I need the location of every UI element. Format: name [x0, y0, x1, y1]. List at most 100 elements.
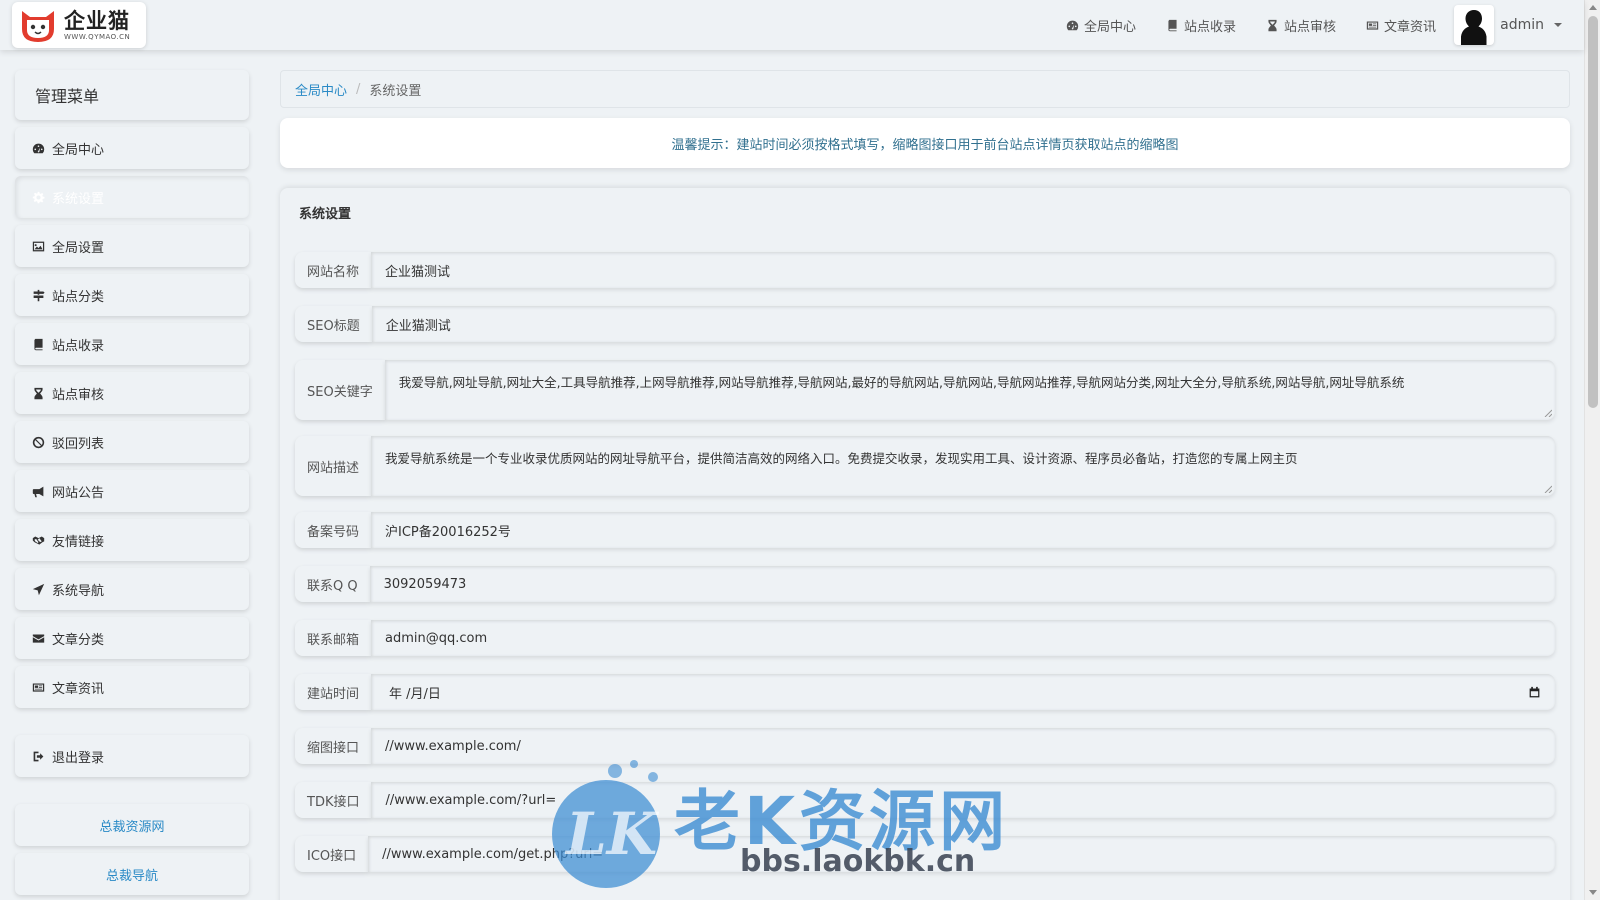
calendar-icon[interactable]: [1528, 686, 1541, 699]
topnav-label: 文章资讯: [1383, 19, 1436, 35]
sidebar: 管理菜单 全局中心 系统设置 全局设置 站点分类 站点收录 站点审核 驳回列表 …: [15, 70, 249, 895]
avatar[interactable]: [1454, 5, 1495, 45]
field-label: 网站描述: [295, 436, 372, 496]
sidebar-item-label: 退出登录: [52, 750, 105, 766]
topnav-dashboard[interactable]: 全局中心: [1066, 16, 1136, 35]
form-row-thumb-api: 缩图接口 //www.example.com/: [295, 728, 1555, 766]
form-row-site-desc: 网站描述 我爱导航系统是一个专业收录优质网站的网址导航平台，提供简洁高效的网络入…: [295, 436, 1555, 496]
dashboard-icon: [32, 143, 45, 153]
sidebar-item-announcement[interactable]: 网站公告: [15, 470, 249, 512]
scroll-thumb[interactable]: [1588, 16, 1598, 408]
breadcrumb-separator: /: [356, 81, 361, 97]
sidebar-item-label: 友情链接: [52, 534, 105, 550]
topnav-label: 站点收录: [1183, 19, 1236, 35]
handshake-icon: [32, 535, 45, 545]
scroll-up-icon[interactable]: [1589, 5, 1597, 10]
gear-icon: [32, 191, 45, 203]
topnav-site-collect[interactable]: 站点收录: [1166, 16, 1236, 35]
ban-icon: [32, 436, 45, 448]
sidebar-item-system-settings[interactable]: 系统设置: [15, 176, 249, 218]
cat-logo-icon: [22, 11, 54, 42]
user-menu[interactable]: admin: [1454, 0, 1562, 50]
location-arrow-icon: [32, 583, 45, 595]
site-desc-textarea[interactable]: 我爱导航系统是一个专业收录优质网站的网址导航平台，提供简洁高效的网络入口。免费提…: [371, 436, 1555, 496]
field-label: 联系邮箱: [295, 620, 372, 656]
envelope-icon: [32, 633, 45, 643]
sidebar-item-label: 全局设置: [52, 240, 105, 256]
topnav-articles[interactable]: 文章资讯: [1366, 16, 1436, 35]
build-date-input[interactable]: 年 /月/日: [371, 674, 1555, 710]
notice-banner: 温馨提示：建站时间必须按格式填写，缩略图接口用于前台站点详情页获取站点的缩略图: [280, 118, 1570, 168]
hourglass-icon: [34, 387, 43, 399]
form-row-seo-keywords: SEO关键字 我爱导航,网址导航,网址大全,工具导航推荐,上网导航推荐,网站导航…: [295, 360, 1555, 420]
topnav-site-review[interactable]: 站点审核: [1266, 16, 1336, 35]
sidebar-item-label: 驳回列表: [52, 436, 105, 452]
top-bar: 企业猫 WWW.QYMAO.CN 全局中心 站点收录 站点审核 文章资讯 adm…: [0, 0, 1584, 50]
settings-panel: 系统设置 网站名称 企业猫测试 SEO标题 企业猫测试 SEO关键字 我爱导航,…: [280, 188, 1570, 900]
brand-logo[interactable]: 企业猫 WWW.QYMAO.CN: [12, 2, 146, 48]
seo-keywords-textarea[interactable]: 我爱导航,网址导航,网址大全,工具导航推荐,上网导航推荐,网站导航推荐,导航网站…: [384, 360, 1555, 420]
sidebar-item-label: 网站公告: [52, 485, 105, 501]
scroll-down-icon[interactable]: [1589, 890, 1597, 895]
sidebar-title: 管理菜单: [15, 70, 249, 120]
field-label: 备案号码: [295, 512, 372, 548]
brand-name: 企业猫: [64, 8, 130, 33]
sign-out-icon: [33, 751, 44, 761]
sidebar-item-logout[interactable]: 退出登录: [15, 735, 249, 777]
brand-domain: WWW.QYMAO.CN: [64, 32, 131, 41]
signpost-icon: [33, 289, 45, 301]
sidebar-item-site-review[interactable]: 站点审核: [15, 372, 249, 414]
sidebar-item-label: 站点分类: [52, 289, 105, 305]
breadcrumb: 全局中心 / 系统设置: [280, 70, 1570, 108]
field-label: 联系Q Q: [295, 566, 370, 602]
sidebar-item-dashboard[interactable]: 全局中心: [15, 127, 249, 169]
user-silhouette-icon: [1461, 10, 1487, 45]
newspaper-icon: [32, 682, 45, 692]
resize-handle-icon[interactable]: [1544, 485, 1552, 493]
site-name-input[interactable]: 企业猫测试: [371, 252, 1555, 288]
sidebar-item-label: 文章资讯: [52, 681, 105, 697]
field-label: SEO标题: [295, 306, 372, 342]
form-row-seo-title: SEO标题 企业猫测试: [295, 306, 1555, 344]
sidebar-item-articles[interactable]: 文章资讯: [15, 666, 249, 708]
form-row-qq: 联系Q Q 3092059473: [295, 566, 1555, 604]
sidebar-item-label: 系统导航: [52, 583, 105, 599]
sidebar-item-site-category[interactable]: 站点分类: [15, 274, 249, 316]
email-input[interactable]: admin@qq.com: [371, 620, 1555, 656]
resize-handle-icon[interactable]: [1544, 409, 1552, 417]
book-icon: [34, 338, 43, 350]
top-nav: 全局中心 站点收录 站点审核 文章资讯: [1066, 0, 1436, 50]
form-row-tdk-api: TDK接口 //www.example.com/?url=: [295, 782, 1555, 820]
tdk-api-input[interactable]: //www.example.com/?url=: [371, 782, 1555, 818]
sidebar-item-label: 站点收录: [52, 338, 105, 354]
sidebar-link-nav[interactable]: 总裁导航: [15, 853, 249, 895]
form-row-build-date: 建站时间 年 /月/日: [295, 674, 1555, 712]
sidebar-item-label: 系统设置: [52, 191, 105, 207]
chevron-down-icon[interactable]: [1554, 23, 1562, 27]
thumb-api-input[interactable]: //www.example.com/: [371, 728, 1555, 764]
form-row-site-name: 网站名称 企业猫测试: [295, 252, 1555, 290]
ico-api-input[interactable]: //www.example.com/get.php?url=: [368, 836, 1555, 872]
field-label: 缩图接口: [295, 728, 372, 764]
bullhorn-icon: [32, 486, 44, 497]
sidebar-item-global-settings[interactable]: 全局设置: [15, 225, 249, 267]
sidebar-item-site-collect[interactable]: 站点收录: [15, 323, 249, 365]
field-label: 建站时间: [295, 674, 372, 710]
sidebar-item-system-nav[interactable]: 系统导航: [15, 568, 249, 610]
breadcrumb-home[interactable]: 全局中心: [295, 80, 347, 99]
sidebar-item-rejected-list[interactable]: 驳回列表: [15, 421, 249, 463]
sidebar-item-friend-links[interactable]: 友情链接: [15, 519, 249, 561]
sidebar-link-resource[interactable]: 总裁资源网: [15, 804, 249, 846]
seo-title-input[interactable]: 企业猫测试: [371, 306, 1555, 342]
dashboard-icon: [1066, 20, 1079, 30]
qq-input[interactable]: 3092059473: [369, 566, 1555, 602]
seo-keywords-text: 我爱导航,网址导航,网址大全,工具导航推荐,上网导航推荐,网站导航推荐,导航网站…: [398, 375, 1405, 390]
main-content: 全局中心 / 系统设置 温馨提示：建站时间必须按格式填写，缩略图接口用于前台站点…: [280, 70, 1570, 900]
sidebar-item-article-category[interactable]: 文章分类: [15, 617, 249, 659]
page-scrollbar[interactable]: [1584, 0, 1600, 900]
username[interactable]: admin: [1500, 17, 1544, 33]
icp-input[interactable]: 沪ICP备20016252号: [371, 512, 1555, 548]
panel-title: 系统设置: [299, 206, 352, 222]
